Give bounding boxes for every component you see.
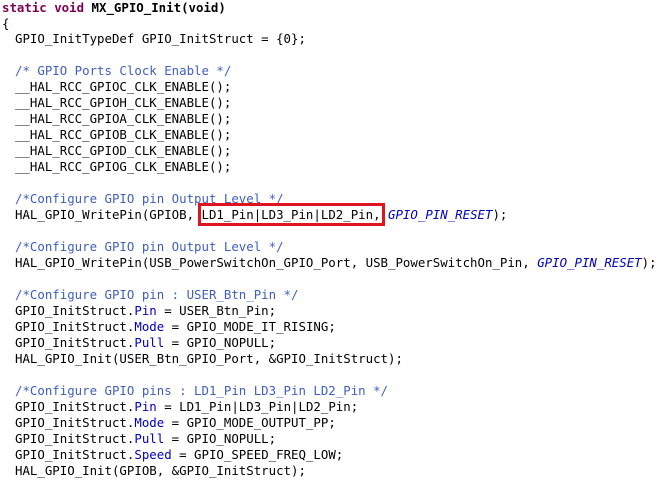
code-text: = GPIO_NOPULL; xyxy=(164,431,277,446)
struct-field: Pin xyxy=(134,303,157,318)
code-line-11: __HAL_RCC_GPIOG_CLK_ENABLE(); xyxy=(15,159,232,174)
code-text: HAL_GPIO_WritePin(USB_PowerSwitchOn_GPIO… xyxy=(15,255,538,270)
code-text: = GPIO_MODE_OUTPUT_PP; xyxy=(164,415,336,430)
code-text: = USER_Btn_Pin; xyxy=(156,303,277,318)
code-text: ); xyxy=(641,255,656,270)
code-comment: /*Configure GPIO pin Output Level */ xyxy=(15,191,284,206)
code-text: GPIO_InitStruct. xyxy=(15,399,135,414)
code-text: GPIO_InitStruct. xyxy=(15,431,135,446)
keyword: static void xyxy=(2,0,85,15)
code-line-1: static void MX_GPIO_Init(void) xyxy=(2,0,226,16)
code-line-27: GPIO_InitStruct.Mode = GPIO_MODE_OUTPUT_… xyxy=(15,415,336,431)
code-line-8: __HAL_RCC_GPIOA_CLK_ENABLE(); xyxy=(15,111,232,126)
struct-field: Pin xyxy=(134,399,157,414)
code-line-21: GPIO_InitStruct.Mode = GPIO_MODE_IT_RISI… xyxy=(15,319,336,335)
code-line-20: GPIO_InitStruct.Pin = USER_Btn_Pin; xyxy=(15,303,276,319)
code-line-10: __HAL_RCC_GPIOD_CLK_ENABLE(); xyxy=(15,143,232,158)
code-line-14: HAL_GPIO_WritePin(GPIOB, LD1_Pin|LD3_Pin… xyxy=(15,203,508,226)
constant: GPIO_PIN_RESET xyxy=(537,255,642,270)
code-line-7: __HAL_RCC_GPIOH_CLK_ENABLE(); xyxy=(15,95,232,110)
constant: GPIO_PIN_RESET xyxy=(388,207,493,222)
code-comment: /*Configure GPIO pins : LD1_Pin LD3_Pin … xyxy=(15,383,388,398)
code-line-30: HAL_GPIO_Init(GPIOB, &GPIO_InitStruct); xyxy=(15,463,306,478)
struct-field: Pull xyxy=(134,335,165,350)
function-name: MX_GPIO_Init xyxy=(91,0,182,15)
code-text: GPIO_InitStruct. xyxy=(15,303,135,318)
struct-field: Mode xyxy=(134,415,165,430)
code-text: = GPIO_NOPULL; xyxy=(164,335,277,350)
code-line-29: GPIO_InitStruct.Speed = GPIO_SPEED_FREQ_… xyxy=(15,447,343,463)
code-text: GPIO_InitStruct. xyxy=(15,415,135,430)
code-text: GPIO_InitStruct. xyxy=(15,447,135,462)
function-params: (void) xyxy=(181,0,226,15)
code-comment: /* GPIO Ports Clock Enable */ xyxy=(15,63,232,78)
code-line-17: HAL_GPIO_WritePin(USB_PowerSwitchOn_GPIO… xyxy=(15,255,656,271)
code-text: = GPIO_SPEED_FREQ_LOW; xyxy=(171,447,344,462)
struct-field: Pull xyxy=(134,431,165,446)
code-comment: /*Configure GPIO pin Output Level */ xyxy=(15,239,284,254)
code-editor[interactable]: static void MX_GPIO_Init(void) { GPIO_In… xyxy=(0,0,656,489)
code-line-22: GPIO_InitStruct.Pull = GPIO_NOPULL; xyxy=(15,335,276,351)
code-text: HAL_GPIO_WritePin(GPIOB, xyxy=(15,207,202,222)
code-line-26: GPIO_InitStruct.Pin = LD1_Pin|LD3_Pin|LD… xyxy=(15,399,358,415)
code-comment: /*Configure GPIO pin : USER_Btn_Pin */ xyxy=(15,287,299,302)
code-text: GPIO_InitStruct. xyxy=(15,319,135,334)
code-line-3: GPIO_InitTypeDef GPIO_InitStruct = {0}; xyxy=(15,31,306,46)
code-line-2: { xyxy=(2,16,10,31)
highlight-box: LD1_Pin|LD3_Pin|LD2_Pin, xyxy=(197,203,385,226)
code-text: = LD1_Pin|LD3_Pin|LD2_Pin; xyxy=(156,399,359,414)
code-line-23: HAL_GPIO_Init(USER_Btn_GPIO_Port, &GPIO_… xyxy=(15,351,403,366)
struct-field: Speed xyxy=(134,447,172,462)
code-text: ); xyxy=(492,207,508,222)
struct-field: Mode xyxy=(134,319,165,334)
code-line-28: GPIO_InitStruct.Pull = GPIO_NOPULL; xyxy=(15,431,276,447)
code-text: = GPIO_MODE_IT_RISING; xyxy=(164,319,336,334)
code-text: GPIO_InitStruct. xyxy=(15,335,135,350)
code-line-9: __HAL_RCC_GPIOB_CLK_ENABLE(); xyxy=(15,127,232,142)
code-line-6: __HAL_RCC_GPIOC_CLK_ENABLE(); xyxy=(15,79,232,94)
